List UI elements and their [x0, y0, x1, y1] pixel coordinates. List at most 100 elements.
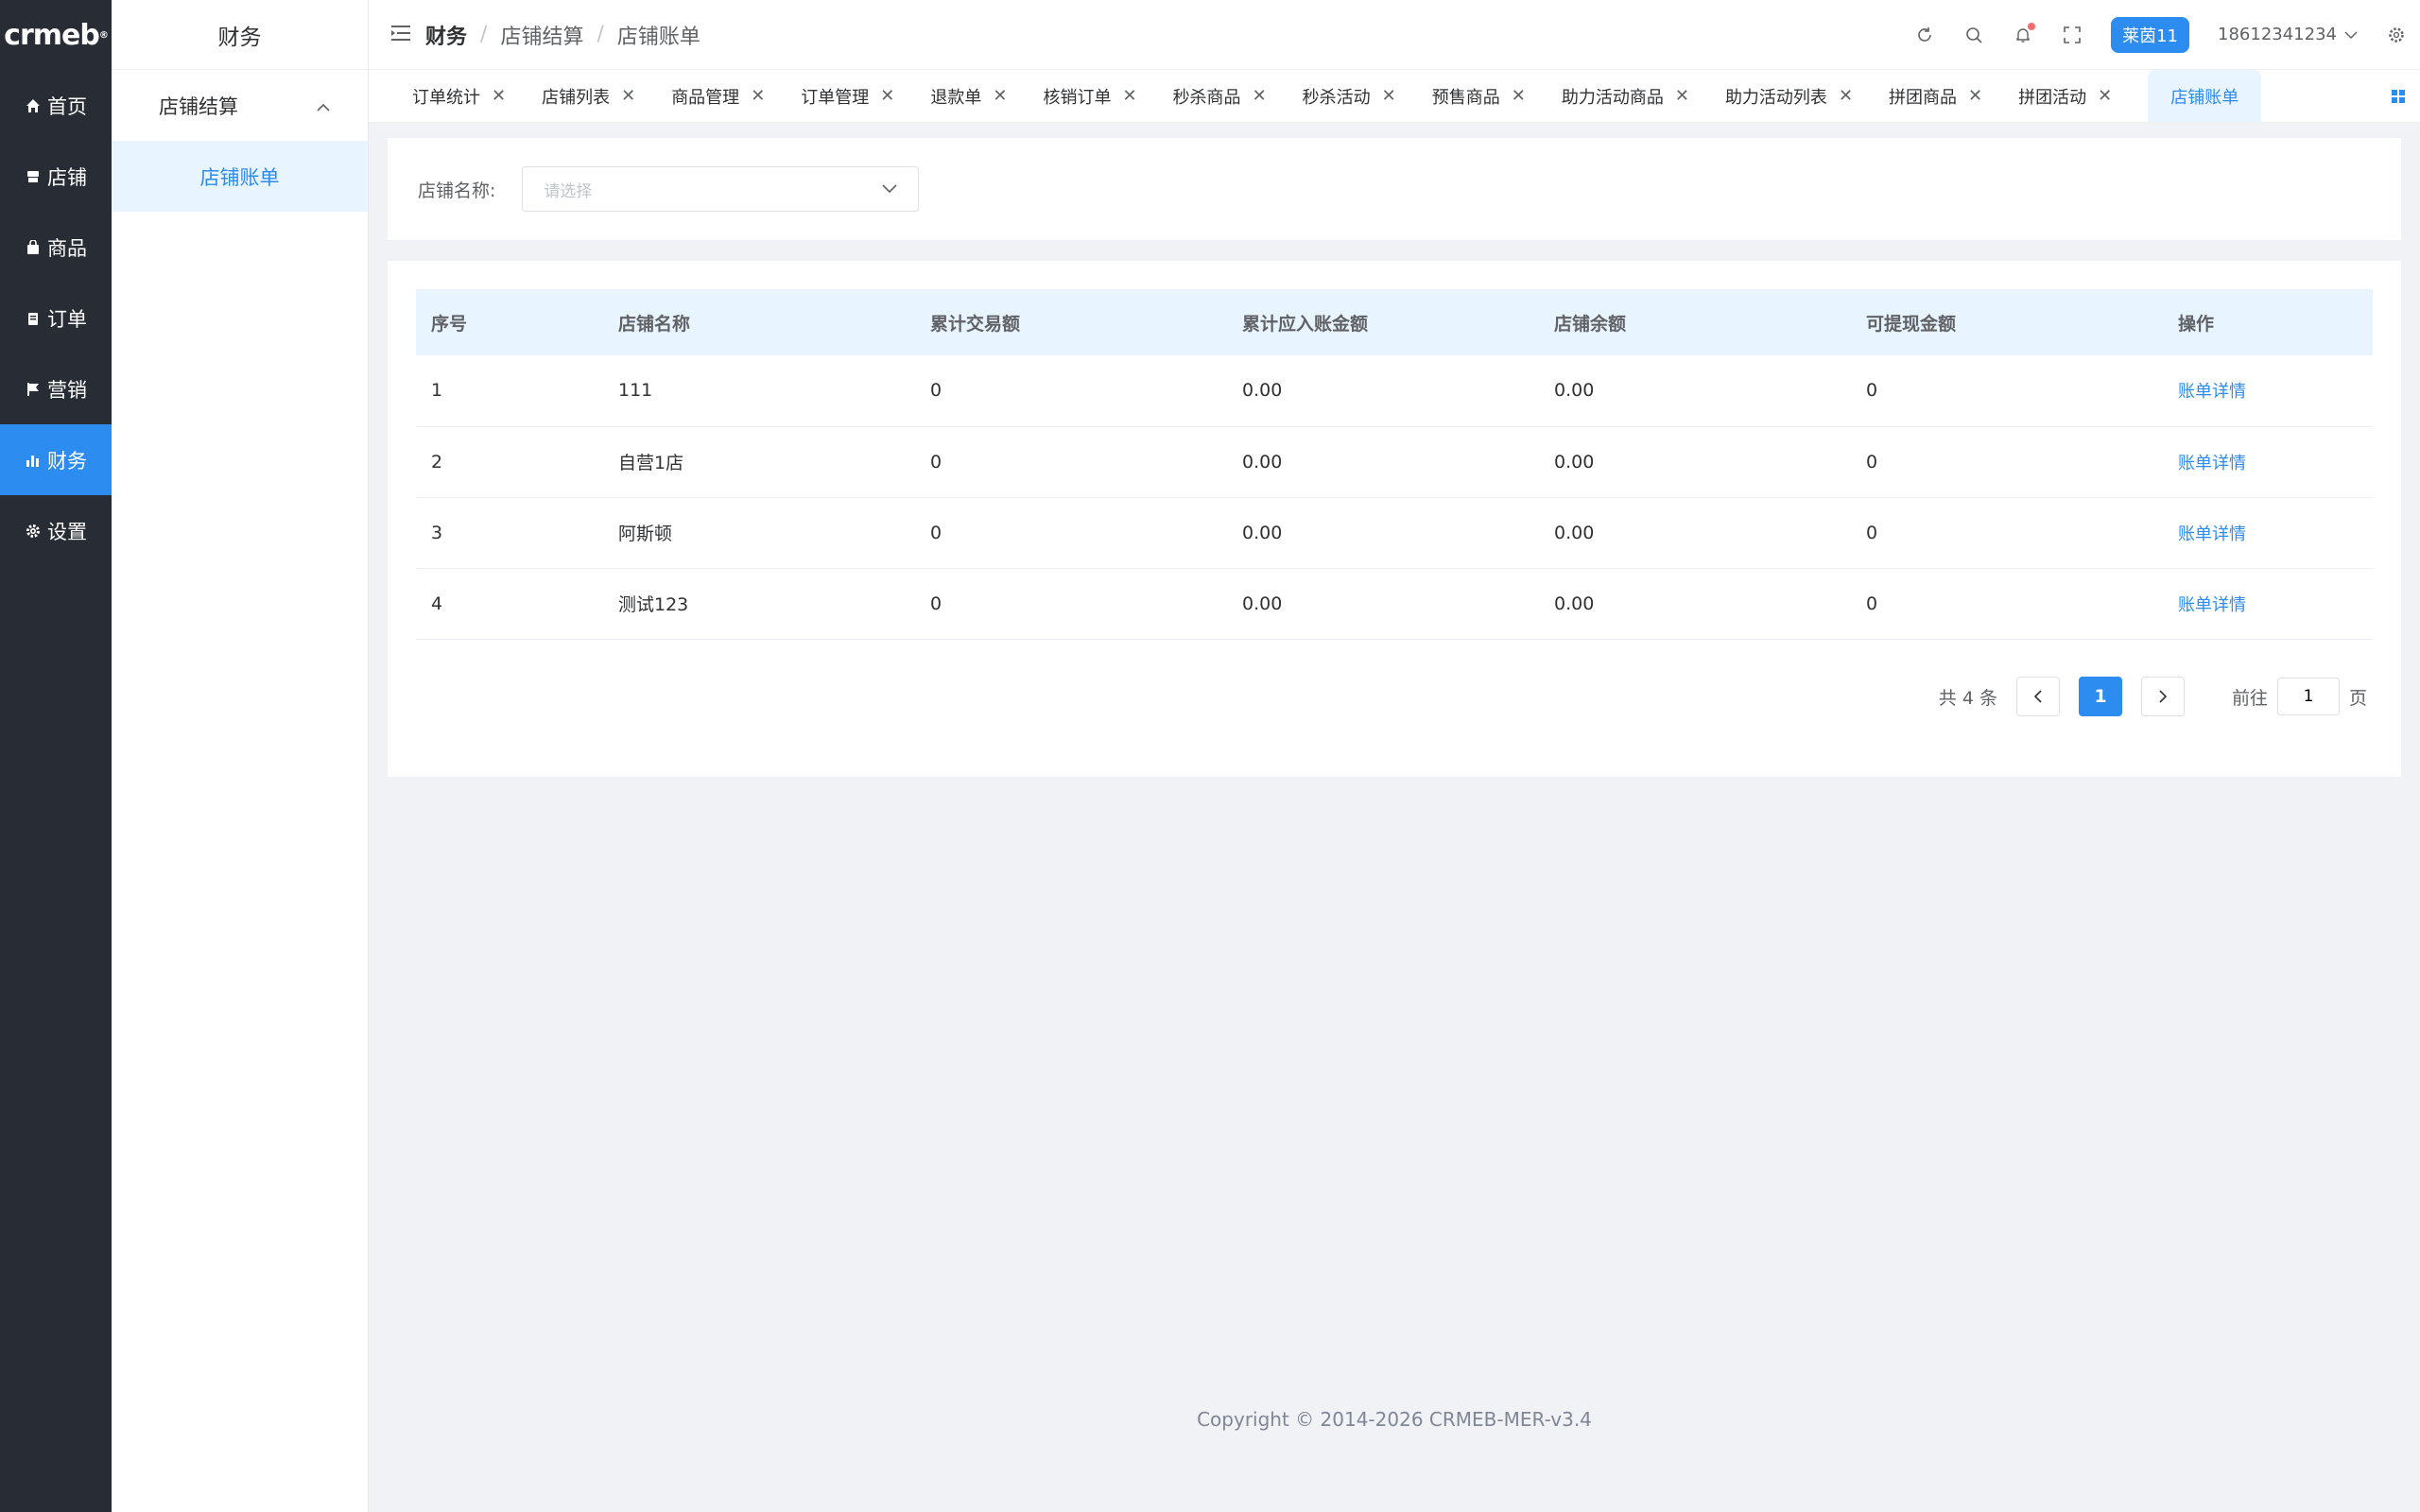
submenu-item-store-bill[interactable]: 店铺账单	[112, 141, 368, 212]
store-name-label: 店铺名称:	[418, 180, 496, 201]
store-name-select[interactable]: 请选择	[522, 166, 920, 212]
bill-detail-link[interactable]: 账单详情	[2178, 454, 2246, 473]
close-icon[interactable]: ✕	[1839, 86, 1853, 106]
close-icon[interactable]: ✕	[492, 86, 506, 106]
nav-item-orders[interactable]: 订单	[0, 283, 112, 353]
close-icon[interactable]: ✕	[1968, 86, 1982, 106]
tab-order-stats[interactable]: 订单统计 ✕	[412, 70, 506, 122]
close-icon[interactable]: ✕	[880, 86, 894, 106]
table-cell: 0.00	[1554, 380, 1595, 402]
goto-page-input[interactable]	[2276, 678, 2340, 715]
prev-page-button[interactable]	[2015, 677, 2060, 716]
fullscreen-icon[interactable]	[2062, 25, 2083, 45]
tab-order-manage[interactable]: 订单管理 ✕	[801, 70, 894, 122]
table-cell: 测试123	[618, 594, 689, 615]
next-page-button[interactable]	[2140, 677, 2185, 716]
close-icon[interactable]: ✕	[1382, 86, 1396, 106]
table-cell: 0.00	[1554, 522, 1595, 543]
tab-label: 核销订单	[1043, 87, 1112, 108]
tabs-bar: 订单统计 ✕ 店铺列表 ✕ 商品管理 ✕ 订单管理 ✕ 退款单 ✕ 核销订单 ✕ 秒杀商品 ✕…	[369, 70, 2420, 123]
sub-nav: 财务 店铺结算 店铺账单	[112, 0, 369, 1512]
tab-label: 秒杀活动	[1302, 87, 1371, 108]
settings-gear-icon[interactable]	[2386, 25, 2407, 45]
refresh-icon[interactable]	[1914, 25, 1935, 45]
submenu-title: 财务	[112, 0, 368, 70]
tab-refund[interactable]: 退款单 ✕	[930, 70, 1007, 122]
close-icon[interactable]: ✕	[2098, 86, 2112, 106]
nav-item-goods[interactable]: 商品	[0, 212, 112, 283]
chevron-down-icon	[2344, 25, 2358, 44]
goto-prefix: 前往	[2231, 687, 2268, 709]
tab-assist-list[interactable]: 助力活动列表 ✕	[1725, 70, 1853, 122]
tab-seckill-activity[interactable]: 秒杀活动 ✕	[1302, 70, 1396, 122]
table-cell: 3	[431, 522, 443, 543]
close-icon[interactable]: ✕	[751, 86, 765, 106]
tab-seckill-goods[interactable]: 秒杀商品 ✕	[1173, 70, 1267, 122]
goto-page: 前往 页	[2232, 678, 2367, 715]
search-icon[interactable]	[1963, 25, 1984, 45]
tab-label: 订单统计	[412, 87, 480, 108]
notification-dot	[2028, 22, 2036, 30]
clipboard-icon	[25, 310, 42, 327]
nav-item-store[interactable]: 店铺	[0, 141, 112, 212]
bar-chart-icon	[25, 452, 42, 469]
tab-verify-order[interactable]: 核销订单 ✕	[1043, 70, 1136, 122]
home-icon	[25, 97, 42, 114]
breadcrumb-item[interactable]: 店铺结算	[500, 20, 583, 50]
tab-store-list[interactable]: 店铺列表 ✕	[542, 70, 635, 122]
tab-group-goods[interactable]: 拼团商品 ✕	[1889, 70, 1982, 122]
table-cell: 2	[431, 451, 443, 472]
bill-table-card: 序号 店铺名称 累计交易额 累计应入账金额 店铺余额 可提现金额 操作 1 11…	[388, 261, 2401, 777]
close-icon[interactable]: ✕	[1675, 86, 1689, 106]
table-cell: 自营1店	[618, 453, 684, 473]
close-icon[interactable]: ✕	[1122, 86, 1136, 106]
submenu-group-label: 店铺结算	[159, 94, 238, 118]
column-header: 店铺余额	[1554, 313, 1627, 335]
nav-item-marketing[interactable]: 营销	[0, 353, 112, 424]
nav-item-home[interactable]: 首页	[0, 70, 112, 141]
table-cell: 账单详情	[2163, 568, 2373, 639]
gear-icon	[25, 523, 42, 540]
user-menu[interactable]: 18612341234	[2218, 25, 2358, 44]
logo[interactable]: crmeb ®	[0, 0, 112, 70]
breadcrumb-separator: /	[480, 23, 488, 46]
nav-item-label: 商品	[47, 236, 87, 260]
main-nav-rail: crmeb ® 首页 店铺 商品 订单 营销 财务 设置	[0, 0, 112, 1512]
table-row: 2 自营1店 0 0.00 0.00 0 账单详情	[416, 426, 2373, 497]
tab-assist-goods[interactable]: 助力活动商品 ✕	[1562, 70, 1689, 122]
flag-icon	[25, 381, 42, 398]
tab-product-manage[interactable]: 商品管理 ✕	[671, 70, 765, 122]
footer-copyright: Copyright © 2014-2026 CRMEB-MER-v3.4	[1197, 1408, 1592, 1431]
tab-group-activity[interactable]: 拼团活动 ✕	[2018, 70, 2112, 122]
collapse-menu-icon[interactable]	[391, 25, 412, 45]
page-number-button[interactable]: 1	[2078, 677, 2122, 716]
table-cell: 0.00	[1554, 593, 1595, 614]
breadcrumb-item[interactable]: 财务	[425, 20, 467, 50]
table-cell: 0	[930, 593, 942, 614]
table-cell: 账单详情	[2163, 497, 2373, 568]
bill-detail-link[interactable]: 账单详情	[2178, 382, 2246, 402]
tab-label: 退款单	[930, 87, 982, 108]
table-cell: 0.00	[1242, 593, 1283, 614]
close-icon[interactable]: ✕	[1253, 86, 1267, 106]
nav-item-finance[interactable]: 财务	[0, 424, 112, 495]
tab-label: 订单管理	[801, 87, 870, 108]
tab-presale-goods[interactable]: 预售商品 ✕	[1432, 70, 1526, 122]
table-cell: 0	[1866, 380, 1878, 402]
close-icon[interactable]: ✕	[1512, 86, 1526, 106]
store-bill-table: 序号 店铺名称 累计交易额 累计应入账金额 店铺余额 可提现金额 操作 1 11…	[416, 289, 2373, 640]
breadcrumb-item: 店铺账单	[616, 25, 700, 49]
bill-detail-link[interactable]: 账单详情	[2178, 524, 2246, 544]
table-cell: 0	[1866, 451, 1878, 472]
nav-item-settings[interactable]: 设置	[0, 495, 112, 566]
tabs-grid-icon[interactable]	[2377, 70, 2420, 122]
tab-store-bill[interactable]: 店铺账单	[2148, 70, 2262, 122]
shop-badge[interactable]: 莱茵11	[2111, 16, 2190, 53]
close-icon[interactable]: ✕	[621, 86, 635, 106]
bell-icon[interactable]	[2013, 22, 2036, 45]
breadcrumb: 财务 / 店铺结算 / 店铺账单	[425, 20, 700, 50]
bill-detail-link[interactable]: 账单详情	[2178, 595, 2246, 615]
nav-item-label: 设置	[47, 520, 87, 543]
submenu-group-store-settlement[interactable]: 店铺结算	[112, 70, 368, 141]
close-icon[interactable]: ✕	[993, 86, 1007, 106]
